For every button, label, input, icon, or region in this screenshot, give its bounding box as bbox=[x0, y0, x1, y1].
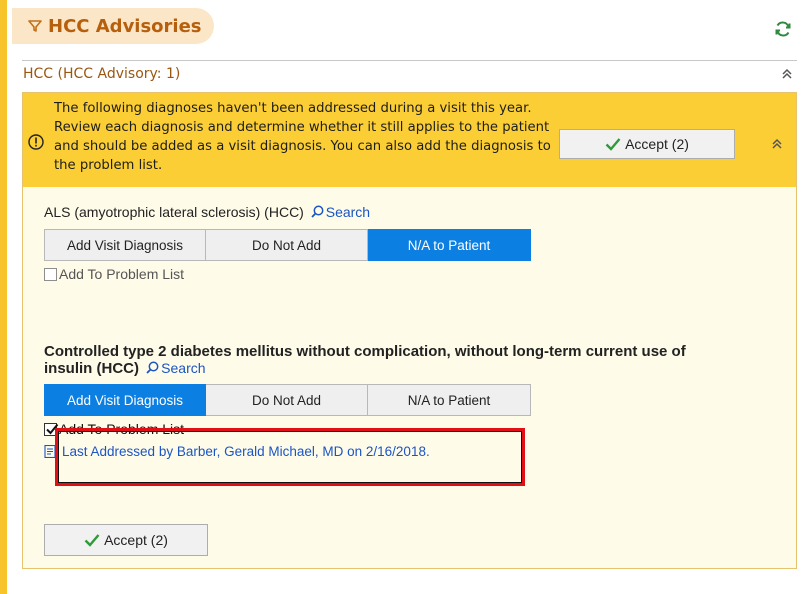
accept-label: Accept (2) bbox=[625, 136, 689, 152]
document-icon bbox=[44, 444, 56, 459]
collapse-section-icon[interactable] bbox=[780, 67, 794, 81]
left-accent-bar bbox=[0, 0, 7, 594]
problem-list-checkbox[interactable] bbox=[44, 422, 59, 436]
warning-icon bbox=[28, 134, 44, 150]
page-title: HCC Advisories bbox=[48, 15, 202, 37]
diagnosis-title: Controlled type 2 diabetes mellitus with… bbox=[44, 343, 734, 377]
diagnosis-title: ALS (amyotrophic lateral sclerosis) (HCC… bbox=[44, 204, 370, 220]
diagnosis-options: Add Visit Diagnosis Do Not Add N/A to Pa… bbox=[44, 229, 531, 261]
option-add-visit-diagnosis[interactable]: Add Visit Diagnosis bbox=[44, 229, 206, 261]
accept-button-top[interactable]: Accept (2) bbox=[559, 129, 735, 159]
last-addressed-text: Last Addressed by Barber, Gerald Michael… bbox=[62, 444, 430, 459]
checkmark-icon bbox=[46, 423, 59, 434]
option-na-to-patient[interactable]: N/A to Patient bbox=[368, 384, 531, 416]
search-label: Search bbox=[161, 360, 206, 376]
collapse-alert-icon[interactable] bbox=[770, 137, 784, 151]
advisory-panel: The following diagnoses haven't been add… bbox=[22, 92, 797, 569]
search-label: Search bbox=[325, 204, 371, 220]
section-title: HCC (HCC Advisory: 1) bbox=[23, 66, 181, 82]
add-to-problem-list[interactable]: Add To Problem List bbox=[44, 421, 184, 437]
option-add-visit-diagnosis[interactable]: Add Visit Diagnosis bbox=[44, 384, 206, 416]
filter-icon bbox=[28, 20, 42, 32]
option-do-not-add[interactable]: Do Not Add bbox=[206, 384, 368, 416]
refresh-icon[interactable] bbox=[773, 19, 793, 39]
search-icon bbox=[311, 205, 324, 218]
add-to-problem-list[interactable]: Add To Problem List bbox=[44, 266, 184, 282]
problem-list-label: Add To Problem List bbox=[59, 421, 185, 437]
search-link[interactable]: Search bbox=[308, 204, 370, 220]
option-na-to-patient[interactable]: N/A to Patient bbox=[368, 229, 531, 261]
last-addressed-link[interactable]: Last Addressed by Barber, Gerald Michael… bbox=[44, 444, 430, 459]
search-link[interactable]: Search bbox=[143, 360, 206, 376]
section-header[interactable]: HCC (HCC Advisory: 1) bbox=[22, 60, 797, 87]
diagnosis-name: Controlled type 2 diabetes mellitus with… bbox=[44, 343, 686, 377]
check-icon bbox=[84, 534, 100, 547]
advisories-header: HCC Advisories bbox=[12, 8, 214, 44]
problem-list-checkbox[interactable] bbox=[44, 267, 57, 281]
accept-button-bottom[interactable]: Accept (2) bbox=[44, 524, 208, 556]
diagnosis-options: Add Visit Diagnosis Do Not Add N/A to Pa… bbox=[44, 384, 531, 416]
check-icon bbox=[605, 138, 621, 151]
option-do-not-add[interactable]: Do Not Add bbox=[206, 229, 368, 261]
search-icon bbox=[146, 361, 159, 374]
diagnosis-name: ALS (amyotrophic lateral sclerosis) (HCC… bbox=[44, 204, 304, 220]
advisory-alert: The following diagnoses haven't been add… bbox=[23, 93, 796, 187]
problem-list-label: Add To Problem List bbox=[59, 266, 185, 282]
accept-label: Accept (2) bbox=[104, 532, 168, 548]
advisory-message: The following diagnoses haven't been add… bbox=[54, 101, 551, 173]
